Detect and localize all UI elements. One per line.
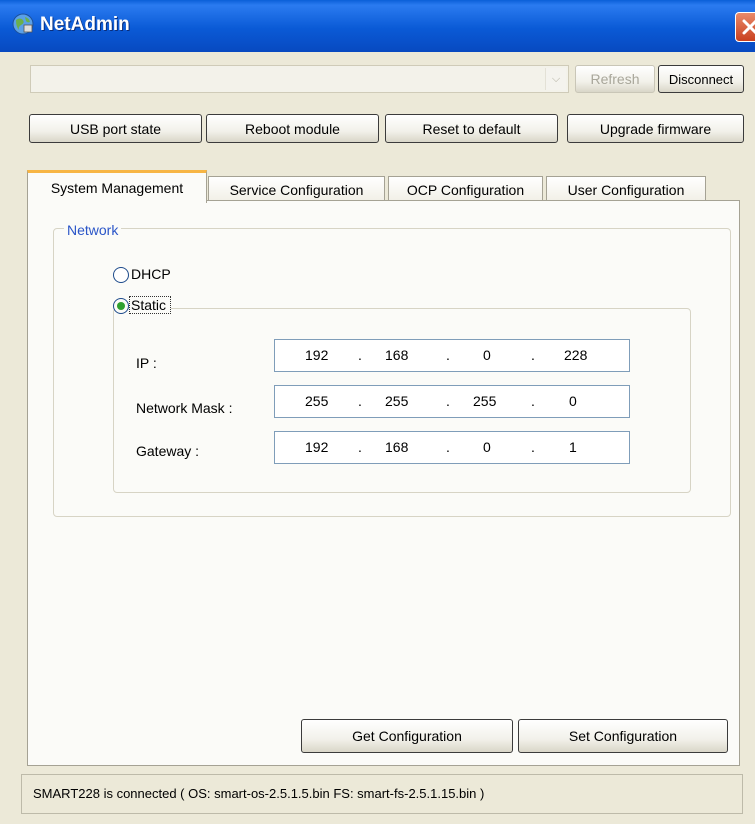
tab-system-management[interactable]: System Management <box>27 170 207 203</box>
octet-dot: . <box>446 393 450 409</box>
connection-status-text: SMART228 is connected ( OS: smart-os-2.5… <box>33 786 485 801</box>
tab-ocp-configuration[interactable]: OCP Configuration <box>388 176 543 202</box>
ip-octet-3[interactable]: 0 <box>483 347 491 363</box>
ip-octet-1[interactable]: 192 <box>305 347 328 363</box>
ip-label: IP : <box>136 355 157 371</box>
refresh-button[interactable]: Refresh <box>575 65 655 93</box>
network-group-legend: Network <box>64 222 122 238</box>
static-radio[interactable] <box>113 298 129 314</box>
octet-dot: . <box>358 393 362 409</box>
gateway-field[interactable]: 192 . 168 . 0 . 1 <box>274 431 630 464</box>
close-button[interactable] <box>735 12 755 42</box>
mask-octet-1[interactable]: 255 <box>305 393 328 409</box>
network-mask-field[interactable]: 255 . 255 . 255 . 0 <box>274 385 630 418</box>
octet-dot: . <box>446 347 450 363</box>
system-management-panel: Network DHCP Static IP : 192 . 168 . 0 .… <box>27 200 740 766</box>
dhcp-label[interactable]: DHCP <box>131 266 171 282</box>
set-configuration-button[interactable]: Set Configuration <box>518 719 728 753</box>
reset-to-default-button[interactable]: Reset to default <box>385 114 558 143</box>
octet-dot: . <box>358 439 362 455</box>
static-label[interactable]: Static <box>129 296 172 314</box>
network-mask-label: Network Mask : <box>136 400 233 416</box>
tab-service-configuration[interactable]: Service Configuration <box>208 176 385 202</box>
gateway-octet-2[interactable]: 168 <box>385 439 408 455</box>
upgrade-firmware-button[interactable]: Upgrade firmware <box>567 114 744 143</box>
dhcp-radio[interactable] <box>113 267 129 283</box>
mask-octet-3[interactable]: 255 <box>473 393 496 409</box>
chevron-down-icon[interactable]: ⌵ <box>545 68 566 90</box>
octet-dot: . <box>531 439 535 455</box>
ip-address-field[interactable]: 192 . 168 . 0 . 228 <box>274 339 630 372</box>
gateway-octet-4[interactable]: 1 <box>569 439 577 455</box>
octet-dot: . <box>531 393 535 409</box>
usb-port-state-button[interactable]: USB port state <box>29 114 202 143</box>
gateway-label: Gateway : <box>136 443 200 459</box>
mask-octet-4[interactable]: 0 <box>569 393 577 409</box>
netadmin-globe-icon <box>11 12 35 36</box>
title-bar[interactable]: NetAdmin <box>0 0 755 52</box>
status-bar: SMART228 is connected ( OS: smart-os-2.5… <box>21 774 743 814</box>
disconnect-button[interactable]: Disconnect <box>658 65 744 93</box>
device-select[interactable]: ⌵ <box>30 65 569 93</box>
close-icon <box>742 19 755 35</box>
gateway-octet-1[interactable]: 192 <box>305 439 328 455</box>
gateway-octet-3[interactable]: 0 <box>483 439 491 455</box>
ip-octet-4[interactable]: 228 <box>564 347 587 363</box>
reboot-module-button[interactable]: Reboot module <box>206 114 379 143</box>
octet-dot: . <box>358 347 362 363</box>
mask-octet-2[interactable]: 255 <box>385 393 408 409</box>
get-configuration-button[interactable]: Get Configuration <box>301 719 513 753</box>
octet-dot: . <box>531 347 535 363</box>
window-title: NetAdmin <box>40 14 130 35</box>
radio-selected-dot <box>117 302 125 310</box>
ip-octet-2[interactable]: 168 <box>385 347 408 363</box>
client-area: ⌵ Refresh Disconnect USB port state Rebo… <box>12 52 755 824</box>
tab-user-configuration[interactable]: User Configuration <box>546 176 706 202</box>
netadmin-window: NetAdmin ⌵ Refresh Disconnect USB port s… <box>0 0 755 824</box>
octet-dot: . <box>446 439 450 455</box>
